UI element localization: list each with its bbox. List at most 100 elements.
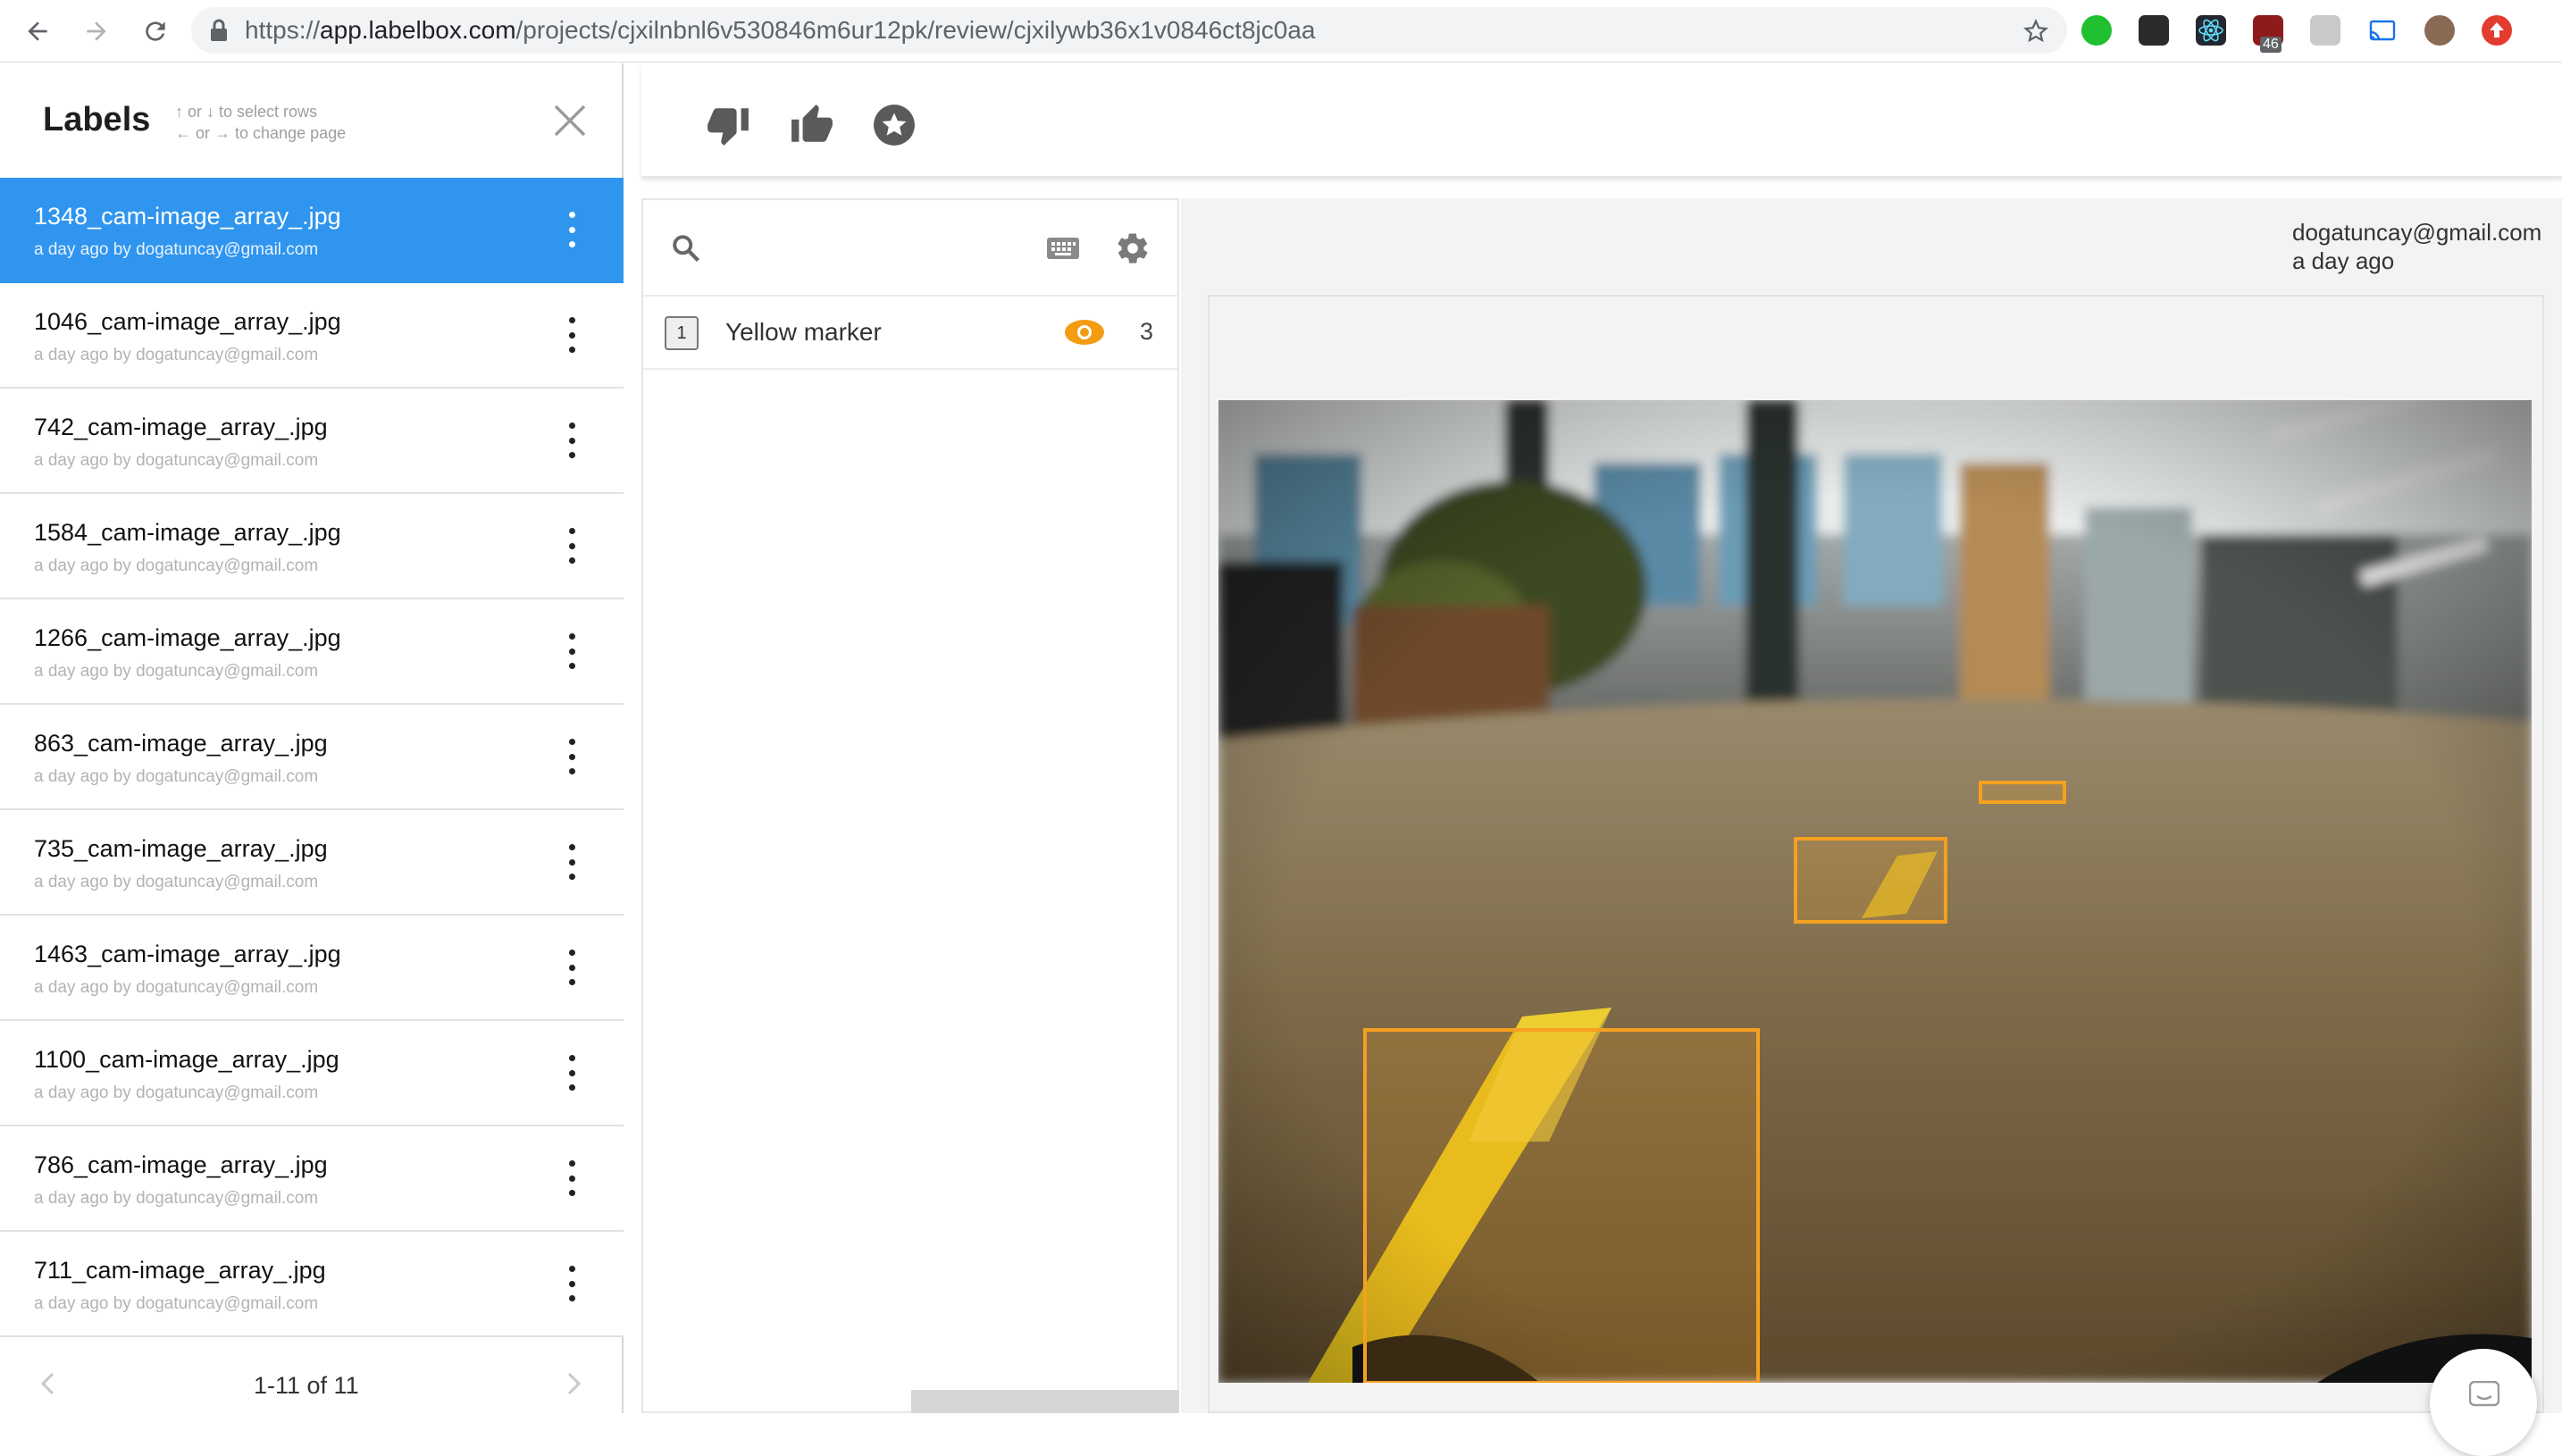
- thumbs-up-icon[interactable]: [790, 103, 834, 147]
- more-options-icon[interactable]: [563, 950, 581, 985]
- label-meta: a day ago by dogatuncay@gmail.com: [34, 767, 319, 786]
- reviewer-info: dogatuncay@gmail.com a day ago: [2292, 218, 2541, 275]
- browser-toolbar: https://app.labelbox.com/projects/cjxiln…: [0, 0, 2562, 63]
- tool-name: Yellow marker: [725, 318, 882, 346]
- camera-image-canvas: [1218, 400, 2532, 1383]
- more-options-icon[interactable]: [563, 423, 581, 458]
- label-filename: 863_cam-image_array_.jpg: [34, 730, 328, 757]
- address-bar[interactable]: https://app.labelbox.com/projects/cjxiln…: [191, 7, 2067, 54]
- pagination-count: 1-11 of 11: [254, 1372, 359, 1399]
- close-icon[interactable]: [550, 101, 590, 140]
- label-row[interactable]: 1584_cam-image_array_.jpg a day ago by d…: [0, 494, 624, 599]
- tool-count: 3: [1140, 318, 1154, 345]
- profile-avatar[interactable]: [2424, 15, 2455, 46]
- label-filename: 735_cam-image_array_.jpg: [34, 835, 328, 862]
- review-toolbar: [641, 63, 2562, 178]
- label-meta: a day ago by dogatuncay@gmail.com: [34, 662, 319, 681]
- keyboard-hint-rows: ↑ or ↓ to select rows: [175, 103, 318, 121]
- label-list: 1348_cam-image_array_.jpg a day ago by d…: [0, 178, 624, 1337]
- tools-panel: 1 Yellow marker 3: [641, 198, 1179, 1413]
- label-meta: a day ago by dogatuncay@gmail.com: [34, 1294, 319, 1313]
- chat-icon: [2469, 1381, 2499, 1407]
- keyboard-icon[interactable]: [1045, 232, 1081, 264]
- labels-header: Labels ↑ or ↓ to select rows ← or → to c…: [0, 63, 622, 178]
- more-options-icon[interactable]: [563, 1055, 581, 1091]
- labeled-camera-image[interactable]: [1218, 400, 2532, 1383]
- more-options-icon[interactable]: [563, 844, 581, 880]
- bounding-box[interactable]: [1979, 781, 2066, 804]
- labels-panel: Labels ↑ or ↓ to select rows ← or → to c…: [0, 63, 624, 1413]
- keyboard-hint-pages: ← or → to change page: [175, 124, 347, 142]
- update-icon[interactable]: [2482, 15, 2512, 46]
- forward-arrow-icon: [87, 21, 106, 41]
- label-meta: a day ago by dogatuncay@gmail.com: [34, 346, 319, 364]
- more-options-icon[interactable]: [563, 212, 581, 247]
- label-filename: 1348_cam-image_array_.jpg: [34, 203, 341, 230]
- search-icon[interactable]: [670, 232, 702, 264]
- next-page-icon[interactable]: [561, 1370, 586, 1397]
- reviewed-time: a day ago: [2292, 247, 2395, 274]
- lock-icon: [211, 19, 227, 41]
- bounding-box[interactable]: [1363, 1028, 1760, 1383]
- label-meta: a day ago by dogatuncay@gmail.com: [34, 978, 319, 997]
- visibility-eye-icon[interactable]: [1063, 314, 1106, 350]
- extension-green-icon[interactable]: [2081, 15, 2112, 46]
- labels-title: Labels: [43, 101, 151, 138]
- more-options-icon[interactable]: [563, 633, 581, 669]
- settings-gear-icon[interactable]: [1115, 230, 1151, 266]
- reload-button[interactable]: [130, 6, 180, 56]
- bounding-box[interactable]: [1794, 837, 1947, 924]
- extension-react-icon[interactable]: [2196, 15, 2226, 46]
- label-meta: a day ago by dogatuncay@gmail.com: [34, 873, 319, 891]
- url-text: https://app.labelbox.com/projects/cjxiln…: [245, 16, 1316, 44]
- label-meta: a day ago by dogatuncay@gmail.com: [34, 451, 319, 470]
- tool-row-yellow-marker[interactable]: 1 Yellow marker 3: [643, 297, 1177, 370]
- extension-grey-icon[interactable]: [2310, 15, 2340, 46]
- back-button[interactable]: [13, 6, 63, 56]
- extensions-tray: 46: [2081, 11, 2512, 53]
- more-options-icon[interactable]: [563, 528, 581, 564]
- back-arrow-icon: [28, 21, 47, 41]
- star-icon[interactable]: [872, 103, 917, 147]
- label-row[interactable]: 742_cam-image_array_.jpg a day ago by do…: [0, 389, 624, 494]
- label-row[interactable]: 1463_cam-image_array_.jpg a day ago by d…: [0, 916, 624, 1021]
- more-options-icon[interactable]: [563, 1266, 581, 1301]
- label-filename: 711_cam-image_array_.jpg: [34, 1257, 326, 1284]
- previous-page-icon[interactable]: [36, 1370, 61, 1397]
- more-options-icon[interactable]: [563, 317, 581, 353]
- pagination: 1-11 of 11: [0, 1336, 624, 1413]
- reload-icon: [146, 21, 165, 41]
- forward-button[interactable]: [71, 6, 121, 56]
- label-row[interactable]: 1266_cam-image_array_.jpg a day ago by d…: [0, 599, 624, 705]
- cast-icon[interactable]: [2367, 15, 2398, 46]
- tool-hotkey: 1: [665, 316, 699, 350]
- label-meta: a day ago by dogatuncay@gmail.com: [34, 1189, 319, 1208]
- bookmark-star-icon[interactable]: [2022, 18, 2049, 45]
- label-row[interactable]: 786_cam-image_array_.jpg a day ago by do…: [0, 1126, 624, 1232]
- label-filename: 1584_cam-image_array_.jpg: [34, 519, 341, 546]
- horizontal-scrollbar[interactable]: [911, 1390, 1179, 1413]
- label-filename: 786_cam-image_array_.jpg: [34, 1151, 328, 1178]
- label-row[interactable]: 1348_cam-image_array_.jpg a day ago by d…: [0, 178, 624, 283]
- label-filename: 1046_cam-image_array_.jpg: [34, 308, 341, 335]
- more-options-icon[interactable]: [563, 739, 581, 774]
- chat-launcher-button[interactable]: [2430, 1349, 2537, 1456]
- extension-ublock-icon[interactable]: 46: [2253, 15, 2283, 53]
- label-row[interactable]: 1100_cam-image_array_.jpg a day ago by d…: [0, 1021, 624, 1126]
- extension-mask-icon[interactable]: [2139, 15, 2169, 46]
- label-row[interactable]: 735_cam-image_array_.jpg a day ago by do…: [0, 810, 624, 916]
- label-filename: 742_cam-image_array_.jpg: [34, 414, 328, 440]
- tools-toolbar: [643, 200, 1177, 297]
- label-row[interactable]: 1046_cam-image_array_.jpg a day ago by d…: [0, 283, 624, 389]
- label-row[interactable]: 863_cam-image_array_.jpg a day ago by do…: [0, 705, 624, 810]
- label-meta: a day ago by dogatuncay@gmail.com: [34, 556, 319, 575]
- label-row[interactable]: 711_cam-image_array_.jpg a day ago by do…: [0, 1232, 624, 1337]
- more-options-icon[interactable]: [563, 1160, 581, 1196]
- label-meta: a day ago by dogatuncay@gmail.com: [34, 1084, 319, 1102]
- label-filename: 1266_cam-image_array_.jpg: [34, 624, 341, 651]
- reviewer-email: dogatuncay@gmail.com: [2292, 219, 2542, 246]
- label-filename: 1463_cam-image_array_.jpg: [34, 941, 341, 967]
- thumbs-down-icon[interactable]: [706, 103, 750, 147]
- extension-badge: 46: [2260, 37, 2282, 53]
- keyboard-hint: ↑ or ↓ to select rows ← or → to change p…: [175, 101, 346, 144]
